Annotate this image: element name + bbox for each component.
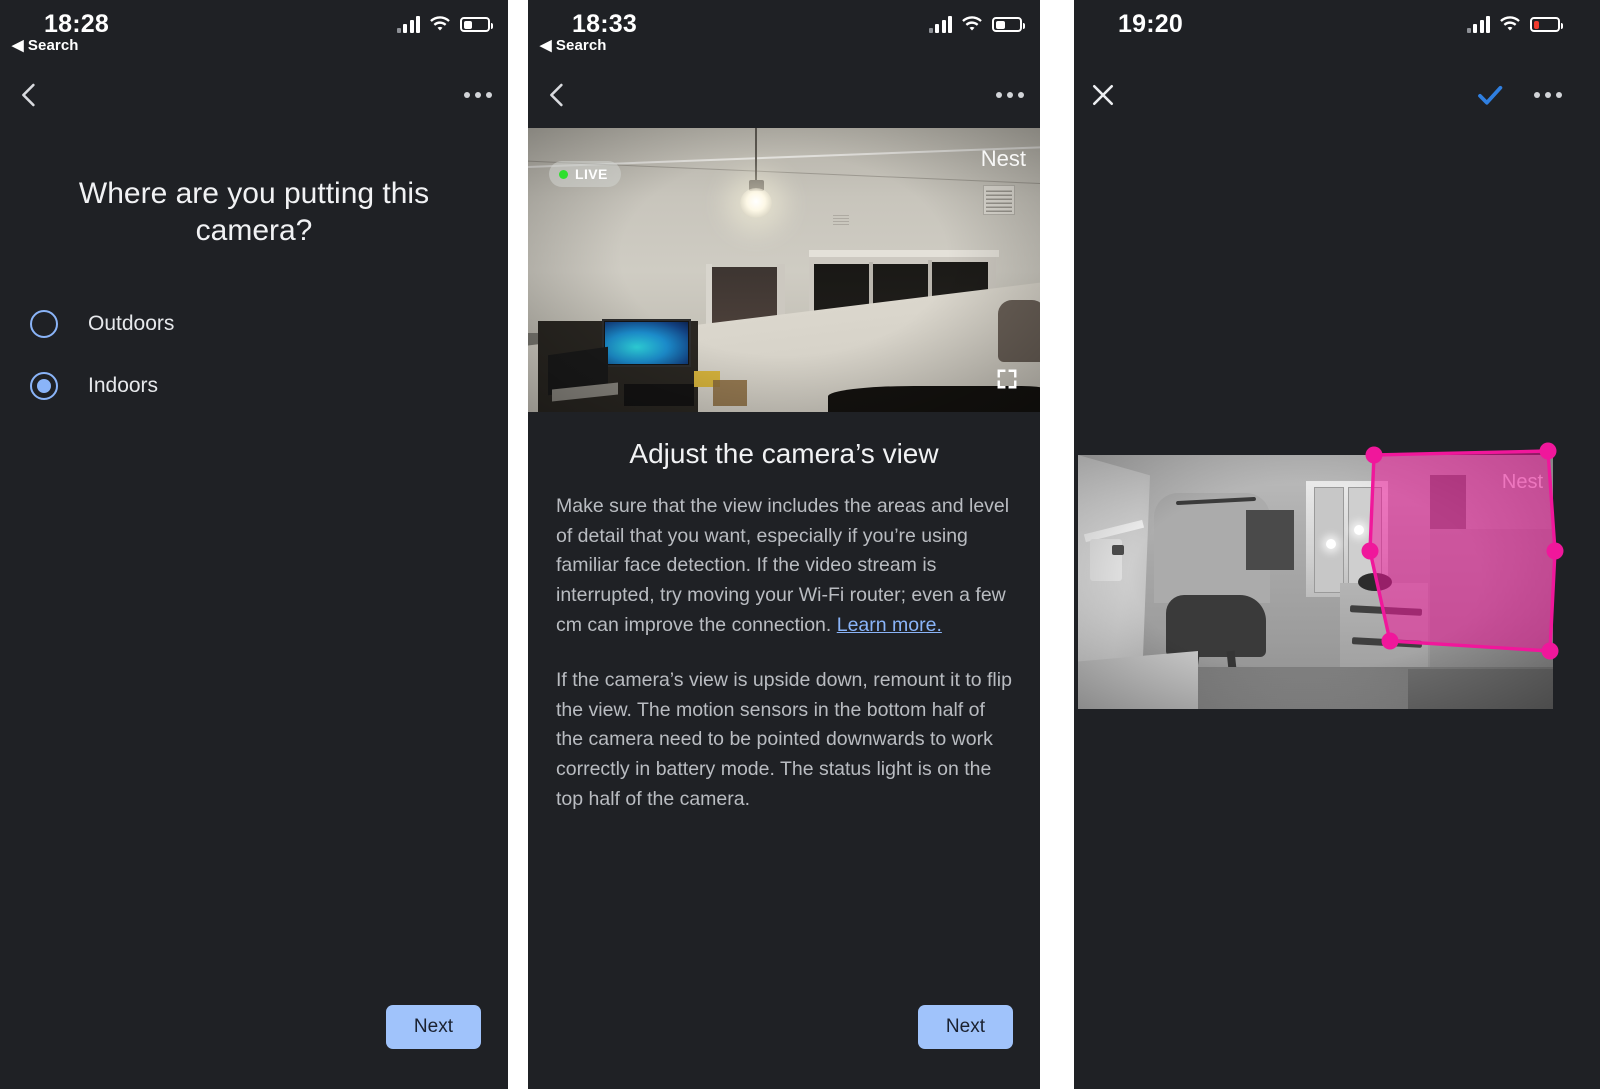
back-button[interactable] <box>14 80 44 110</box>
close-button[interactable] <box>1088 80 1118 110</box>
battery-icon <box>460 17 493 32</box>
screenshot-stage: 18:28 ◀ Search Where are you putting thi… <box>0 0 1600 1089</box>
live-status-dot-icon <box>559 169 568 179</box>
zone-handle-icon[interactable] <box>1539 442 1557 460</box>
instruction-paragraph-1: Make sure that the view includes the are… <box>556 492 1012 640</box>
cellular-signal-icon <box>928 16 952 33</box>
chevron-left-icon <box>550 83 563 107</box>
learn-more-link[interactable]: Learn more. <box>837 614 942 636</box>
status-bar: 19:20 <box>1074 0 1578 62</box>
instructions-body: Make sure that the view includes the are… <box>528 492 1040 814</box>
radio-outdoors-label: Outdoors <box>88 312 175 336</box>
live-badge: LIVE <box>549 161 621 187</box>
zone-handle-icon[interactable] <box>1541 642 1559 660</box>
radio-outdoors-indicator[interactable] <box>30 310 58 339</box>
status-indicators <box>396 16 493 33</box>
zone-handle-icon[interactable] <box>1361 542 1379 560</box>
chevron-left-icon <box>22 83 35 107</box>
status-time: 19:20 <box>1118 10 1183 38</box>
phone-panel-activity-zone-overflow <box>1578 0 1600 1089</box>
battery-icon <box>992 17 1025 32</box>
more-options-icon[interactable] <box>996 92 1024 98</box>
cellular-signal-icon <box>1466 16 1490 33</box>
wifi-icon <box>962 16 982 31</box>
page-title: Adjust the camera’s view <box>629 438 939 469</box>
zone-handle-icon[interactable] <box>1365 446 1383 464</box>
radio-indoors-label: Indoors <box>88 374 159 398</box>
live-badge-label: LIVE <box>575 166 608 182</box>
instruction-paragraph-2: If the camera’s view is upside down, rem… <box>556 669 1012 810</box>
nav-bar <box>0 62 508 128</box>
nav-actions <box>464 92 492 98</box>
location-radio-group: Outdoors Indoors <box>0 293 508 417</box>
next-button[interactable]: Next <box>917 1005 1013 1049</box>
phone-panel-adjust-view: 18:33 ◀ Search LIVE Nest Adjust the came… <box>528 0 1040 1089</box>
activity-zone-editor[interactable]: Nest <box>1078 442 1564 709</box>
status-time: 18:33 <box>572 10 637 38</box>
radio-option-outdoors[interactable]: Outdoors <box>30 293 508 355</box>
page-title: Where are you putting this camera? <box>78 177 430 247</box>
status-back-to-search[interactable]: ◀ Search <box>12 36 79 54</box>
live-camera-feed[interactable]: LIVE Nest <box>528 128 1040 412</box>
radio-option-indoors[interactable]: Indoors <box>30 355 508 417</box>
status-bar: 18:33 ◀ Search <box>528 0 1040 62</box>
close-icon <box>1092 84 1114 106</box>
nav-actions <box>996 92 1024 98</box>
wifi-icon <box>430 16 450 31</box>
next-button[interactable]: Next <box>385 1005 481 1049</box>
status-time: 18:28 <box>44 10 109 38</box>
wifi-icon <box>1500 16 1520 31</box>
fullscreen-icon[interactable] <box>996 368 1018 390</box>
more-options-icon[interactable] <box>1534 92 1562 98</box>
zone-handle-icon[interactable] <box>1546 542 1564 560</box>
nav-bar <box>528 62 1040 128</box>
back-button[interactable] <box>542 80 572 110</box>
check-icon[interactable] <box>1474 79 1506 111</box>
nav-bar <box>1074 62 1578 128</box>
cellular-signal-icon <box>396 16 420 33</box>
status-indicators <box>928 16 1025 33</box>
status-bar: 18:28 ◀ Search <box>0 0 508 62</box>
phone-panel-setup-location: 18:28 ◀ Search Where are you putting thi… <box>0 0 508 1089</box>
more-options-icon[interactable] <box>464 92 492 98</box>
battery-icon <box>1530 17 1563 32</box>
zone-handle-icon[interactable] <box>1381 632 1399 650</box>
status-back-to-search[interactable]: ◀ Search <box>540 36 607 54</box>
activity-zone-polygon[interactable] <box>1078 441 1578 723</box>
radio-indoors-indicator[interactable] <box>30 372 58 401</box>
nest-watermark: Nest <box>980 146 1026 171</box>
nav-actions <box>1474 79 1562 111</box>
phone-panel-activity-zone: 19:20 <box>1074 0 1578 1089</box>
status-indicators <box>1466 16 1563 33</box>
